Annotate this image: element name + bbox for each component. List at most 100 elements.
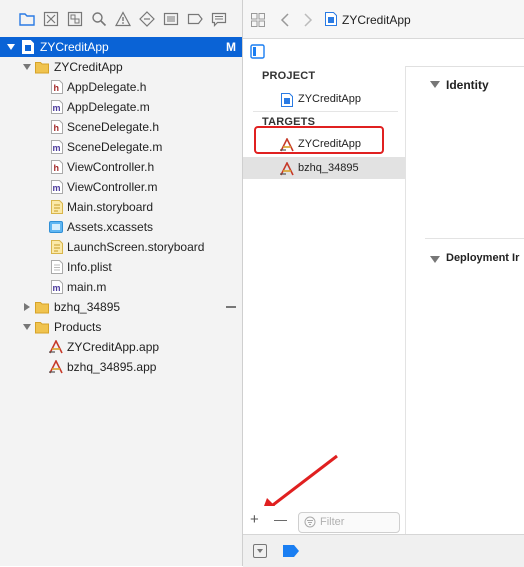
tree-item-product[interactable]: bzhq_34895.app	[0, 357, 242, 377]
header-file-icon: h	[51, 160, 63, 174]
tree-item-file[interactable]: m ViewController.m	[0, 177, 242, 197]
deployment-disclosure-icon[interactable]	[430, 256, 440, 263]
implementation-file-icon: m	[51, 140, 63, 154]
navigator-toolbar	[0, 0, 242, 39]
editor-subbar	[243, 39, 524, 67]
project-navigator: ZYCreditApp M ZYCreditApp h AppDelegate.…	[0, 0, 242, 566]
section-divider	[253, 111, 398, 112]
filter-icon	[304, 516, 316, 535]
targets-footer: + — Filter	[243, 506, 406, 534]
tree-item-label: AppDelegate.h	[67, 80, 147, 94]
tree-item-folder[interactable]: ZYCreditApp	[0, 57, 242, 77]
breakpoint-icon[interactable]	[187, 11, 203, 27]
tree-item-label: ZYCreditApp	[40, 40, 109, 54]
svg-text:m: m	[53, 183, 61, 193]
disclosure-open-icon[interactable]	[22, 57, 32, 77]
disclosure-open-icon[interactable]	[22, 317, 32, 337]
hide-targets-list-icon[interactable]	[250, 44, 265, 62]
tree-item-file[interactable]: Info.plist	[0, 257, 242, 277]
tree-item-project[interactable]: ZYCreditApp M	[0, 37, 242, 57]
tree-item-file[interactable]: m main.m	[0, 277, 242, 297]
tree-item-label: SceneDelegate.h	[67, 120, 160, 134]
identity-section-title: Identity	[446, 78, 489, 92]
app-icon	[48, 339, 64, 354]
filter-field[interactable]: Filter	[298, 512, 400, 533]
app-target-icon	[279, 161, 295, 183]
tree-item-label: AppDelegate.m	[67, 100, 150, 114]
implementation-file-icon: m	[51, 100, 63, 114]
modified-badge: M	[226, 40, 236, 54]
tree-item-label: LaunchScreen.storyboard	[67, 240, 205, 254]
tree-item-label: bzhq_34895	[54, 300, 121, 314]
breakpoint-toggle-icon[interactable]	[283, 545, 299, 560]
tree-item-label: Assets.xcassets	[67, 220, 154, 234]
storyboard-file-icon	[51, 240, 63, 254]
tree-item-file[interactable]: h SceneDelegate.h	[0, 117, 242, 137]
tree-item-file[interactable]: Main.storyboard	[0, 197, 242, 217]
source-control-icon[interactable]	[43, 11, 59, 27]
breadcrumb[interactable]: ZYCreditApp	[342, 13, 411, 27]
editor-jump-bar: ZYCreditApp	[243, 0, 524, 39]
back-arrow-icon[interactable]	[280, 13, 290, 30]
folder-icon[interactable]	[19, 11, 35, 27]
filter-placeholder: Filter	[320, 516, 345, 528]
svg-text:h: h	[54, 163, 60, 173]
project-file-icon	[22, 40, 34, 54]
tree-item-folder[interactable]: bzhq_34895	[0, 297, 242, 317]
svg-text:m: m	[53, 103, 61, 113]
tree-item-file[interactable]: h ViewController.h	[0, 157, 242, 177]
disclosure-open-icon[interactable]	[6, 37, 16, 57]
header-file-icon: h	[51, 120, 63, 134]
forward-arrow-icon[interactable]	[303, 13, 313, 30]
project-section-header: PROJECT	[262, 70, 316, 82]
hide-inspector-icon[interactable]	[253, 544, 267, 561]
related-items-icon[interactable]	[251, 13, 265, 30]
svg-text:m: m	[53, 283, 61, 293]
editor-bottom-bar	[243, 534, 524, 567]
test-icon[interactable]	[139, 11, 155, 27]
tree-item-label: ZYCreditApp	[54, 60, 123, 74]
tree-item-label: ViewController.h	[67, 160, 155, 174]
symbol-icon[interactable]	[67, 11, 83, 27]
identity-disclosure-icon[interactable]	[430, 81, 440, 88]
tree-item-folder[interactable]: Products	[0, 317, 242, 337]
storyboard-file-icon	[51, 200, 63, 214]
tree-item-label: Info.plist	[67, 260, 112, 274]
implementation-file-icon: m	[51, 180, 63, 194]
svg-text:m: m	[53, 143, 61, 153]
disclosure-closed-icon[interactable]	[22, 297, 32, 317]
tree-item-label: main.m	[67, 280, 107, 294]
target-label: bzhq_34895	[298, 162, 359, 174]
warning-icon[interactable]	[114, 11, 132, 27]
target-row-secondary[interactable]: bzhq_34895	[243, 157, 405, 179]
tree-item-file[interactable]: LaunchScreen.storyboard	[0, 237, 242, 257]
project-row[interactable]: ZYCreditApp	[243, 88, 405, 110]
tree-item-file[interactable]: Assets.xcassets	[0, 217, 242, 237]
deployment-section-title: Deployment Ir	[446, 252, 520, 264]
implementation-file-icon: m	[51, 280, 63, 294]
app-icon	[48, 359, 64, 374]
tree-item-product[interactable]: ZYCreditApp.app	[0, 337, 242, 357]
project-row-label: ZYCreditApp	[298, 93, 361, 105]
tree-item-file[interactable]: h AppDelegate.h	[0, 77, 242, 97]
add-target-button[interactable]: +	[250, 511, 259, 528]
tree-item-label: bzhq_34895.app	[67, 360, 157, 374]
folder-icon	[35, 60, 49, 74]
folder-icon	[35, 320, 49, 334]
tree-item-file[interactable]: m SceneDelegate.m	[0, 137, 242, 157]
tree-item-label: ZYCreditApp.app	[67, 340, 160, 354]
section-divider	[425, 238, 524, 239]
tree-item-label: Main.storyboard	[67, 200, 154, 214]
remove-indicator	[226, 306, 236, 308]
svg-text:h: h	[54, 123, 60, 133]
project-file-icon	[325, 12, 337, 29]
report-icon[interactable]	[211, 11, 227, 27]
tree-item-file[interactable]: m AppDelegate.m	[0, 97, 242, 117]
annotation-highlight-box	[254, 126, 384, 154]
tree-item-label: ViewController.m	[67, 180, 158, 194]
asset-catalog-icon	[49, 220, 63, 234]
remove-target-button[interactable]: —	[274, 512, 287, 527]
plist-file-icon	[51, 260, 63, 274]
search-icon[interactable]	[91, 11, 107, 27]
debug-icon[interactable]	[163, 11, 179, 27]
